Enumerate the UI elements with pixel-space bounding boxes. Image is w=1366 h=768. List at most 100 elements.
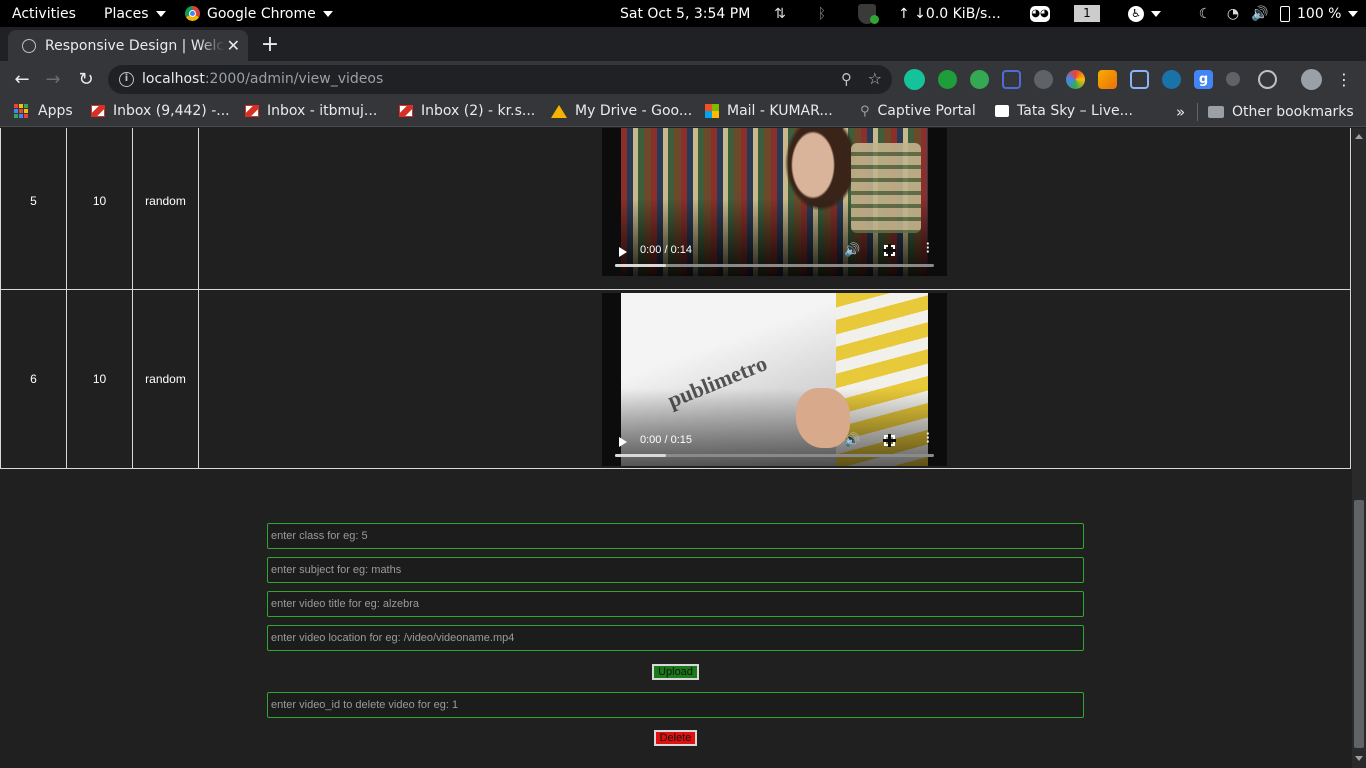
avatar[interactable] bbox=[1301, 69, 1322, 90]
forward-button[interactable]: → bbox=[41, 67, 65, 91]
tab-active[interactable]: Responsive Design | Welcome ✕ bbox=[8, 30, 248, 61]
globe-extension-icon[interactable] bbox=[1162, 70, 1181, 89]
play-icon[interactable] bbox=[619, 246, 627, 257]
pencil-extension-icon[interactable] bbox=[1098, 70, 1117, 89]
fullscreen-icon[interactable] bbox=[883, 243, 896, 257]
bluetooth-icon[interactable]: ᛒ bbox=[813, 0, 831, 27]
shield-icon[interactable] bbox=[858, 0, 879, 27]
volume-icon[interactable]: 🔊 bbox=[844, 242, 860, 258]
video-player[interactable]: publimetro 0:00 / 0:15 🔊 · · · bbox=[602, 292, 947, 466]
bookmark-label: Inbox (9,442) -... bbox=[113, 103, 230, 119]
bookmark-label: Other bookmarks bbox=[1232, 104, 1354, 120]
color-picker-icon[interactable] bbox=[1066, 70, 1085, 89]
books-shape bbox=[851, 142, 921, 233]
app-menu-label: Google Chrome bbox=[207, 5, 316, 22]
scroll-down-icon[interactable] bbox=[1355, 756, 1363, 761]
activities-button[interactable]: Activities bbox=[12, 0, 76, 27]
gray-extension-icon[interactable] bbox=[1226, 72, 1240, 86]
transfer-icon[interactable]: ⇅ bbox=[771, 0, 789, 27]
bookmark-label: Tata Sky – Live... bbox=[1017, 103, 1133, 119]
video-time: 0:00 / 0:15 bbox=[640, 433, 692, 446]
volume-muted-icon[interactable]: 🔊 bbox=[844, 432, 860, 448]
class-cell: 10 bbox=[66, 128, 133, 290]
bookmark-inbox-2[interactable]: Inbox - itbmuj... bbox=[245, 103, 377, 119]
bookmark-label: Captive Portal bbox=[877, 103, 976, 119]
bookmark-apps[interactable]: Apps bbox=[14, 103, 73, 119]
grammarly-icon[interactable] bbox=[904, 69, 925, 90]
places-label: Places bbox=[104, 5, 149, 22]
discord-icon[interactable]: ◕◕ bbox=[1030, 0, 1050, 27]
class-cell: 10 bbox=[66, 289, 133, 469]
delete-button[interactable]: Delete bbox=[654, 730, 697, 746]
bookmark-inbox-1[interactable]: Inbox (9,442) -... bbox=[91, 103, 230, 119]
chrome-menu-icon[interactable]: ⋮ bbox=[1332, 67, 1356, 91]
bookmark-mail[interactable]: Mail - KUMAR... bbox=[705, 103, 833, 119]
reload-button[interactable]: ↻ bbox=[74, 67, 98, 91]
hand-extension-icon[interactable] bbox=[938, 70, 957, 89]
green-extension-icon[interactable] bbox=[970, 70, 989, 89]
more-options-icon[interactable]: · · · bbox=[926, 237, 930, 258]
bookmark-other[interactable]: Other bookmarks bbox=[1197, 103, 1354, 121]
battery-indicator[interactable]: 100 % bbox=[1280, 0, 1359, 27]
bookmarks-overflow-button[interactable]: » bbox=[1176, 103, 1185, 121]
accessibility-icon[interactable]: ♿ bbox=[1128, 0, 1161, 27]
subject-cell: random bbox=[132, 289, 199, 469]
drive-icon bbox=[551, 104, 567, 118]
browser-toolbar: ← → ↻ i localhost:2000/admin/view_videos… bbox=[0, 61, 1366, 97]
info-icon[interactable]: i bbox=[119, 72, 134, 87]
react-devtools-icon[interactable] bbox=[1258, 70, 1277, 89]
page-scrollbar[interactable] bbox=[1352, 128, 1366, 768]
bookmarks-bar: Apps Inbox (9,442) -... Inbox - itbmuj..… bbox=[0, 97, 1366, 127]
new-tab-button[interactable]: + bbox=[258, 30, 282, 58]
battery-label: 100 % bbox=[1297, 5, 1342, 22]
play-icon[interactable] bbox=[619, 436, 627, 447]
frame-extension-icon[interactable] bbox=[1002, 70, 1021, 89]
gmail-icon bbox=[91, 105, 105, 117]
window-extension-icon[interactable] bbox=[1130, 70, 1149, 89]
video-location-input[interactable] bbox=[267, 625, 1084, 651]
class-input[interactable] bbox=[267, 523, 1084, 549]
video-player[interactable]: 0:00 / 0:14 🔊 · · · bbox=[602, 128, 947, 276]
video-title-input[interactable] bbox=[267, 591, 1084, 617]
scrollbar-thumb[interactable] bbox=[1354, 500, 1364, 748]
video-cell: publimetro 0:00 / 0:15 🔊 · · · bbox=[198, 289, 1351, 469]
subject-input[interactable] bbox=[267, 557, 1084, 583]
wifi-icon[interactable]: ◔ bbox=[1224, 0, 1242, 27]
more-options-icon[interactable]: · · · bbox=[926, 427, 930, 448]
chrome-icon bbox=[185, 6, 200, 21]
chevron-down-icon bbox=[155, 10, 166, 17]
seek-bar[interactable] bbox=[615, 263, 934, 267]
app-menu[interactable]: Google Chrome bbox=[185, 0, 333, 27]
tatasky-icon bbox=[995, 105, 1009, 117]
bookmark-tatasky[interactable]: Tata Sky – Live... bbox=[995, 103, 1133, 119]
circle-extension-icon[interactable] bbox=[1034, 70, 1053, 89]
system-top-bar: Activities Places Google Chrome Sat Oct … bbox=[0, 0, 1366, 27]
zoom-icon[interactable]: ⚲ bbox=[841, 70, 852, 88]
clock[interactable]: Sat Oct 5, 3:54 PM bbox=[620, 0, 750, 27]
bookmark-label: Apps bbox=[38, 103, 73, 119]
volume-icon[interactable]: 🔊 bbox=[1251, 0, 1269, 27]
workspace-indicator[interactable]: 1 bbox=[1074, 0, 1100, 27]
page-viewport: 5 10 random 0:00 / 0:14 🔊 · · · 6 10 ran… bbox=[0, 128, 1352, 768]
bookmark-drive[interactable]: My Drive - Goo... bbox=[551, 103, 692, 119]
places-menu[interactable]: Places bbox=[104, 0, 166, 27]
network-speed[interactable]: ↑ ↓0.0 KiB/s... bbox=[898, 0, 1001, 27]
back-button[interactable]: ← bbox=[10, 67, 34, 91]
battery-icon bbox=[1280, 5, 1290, 22]
microsoft-icon bbox=[705, 104, 719, 118]
close-tab-icon[interactable]: ✕ bbox=[227, 36, 240, 55]
delete-video-id-input[interactable] bbox=[267, 692, 1084, 718]
g-extension-icon[interactable]: g bbox=[1194, 70, 1213, 89]
night-light-icon[interactable]: ☾ bbox=[1196, 0, 1214, 27]
bookmark-inbox-3[interactable]: Inbox (2) - kr.s... bbox=[399, 103, 535, 119]
bookmark-captive-portal[interactable]: ⚲ Captive Portal bbox=[860, 103, 976, 119]
url-path: :2000/admin/view_videos bbox=[204, 71, 384, 87]
bookmark-star-icon[interactable]: ☆ bbox=[868, 69, 882, 88]
upload-button[interactable]: Upload bbox=[652, 664, 699, 680]
address-bar[interactable]: i localhost:2000/admin/view_videos ⚲ ☆ bbox=[108, 65, 892, 94]
fullscreen-icon[interactable] bbox=[883, 433, 896, 447]
video-id-cell: 5 bbox=[0, 128, 67, 290]
seek-bar[interactable] bbox=[615, 453, 934, 457]
table-row: 5 10 random 0:00 / 0:14 🔊 · · · bbox=[0, 128, 1351, 290]
scroll-up-icon[interactable] bbox=[1355, 134, 1363, 139]
